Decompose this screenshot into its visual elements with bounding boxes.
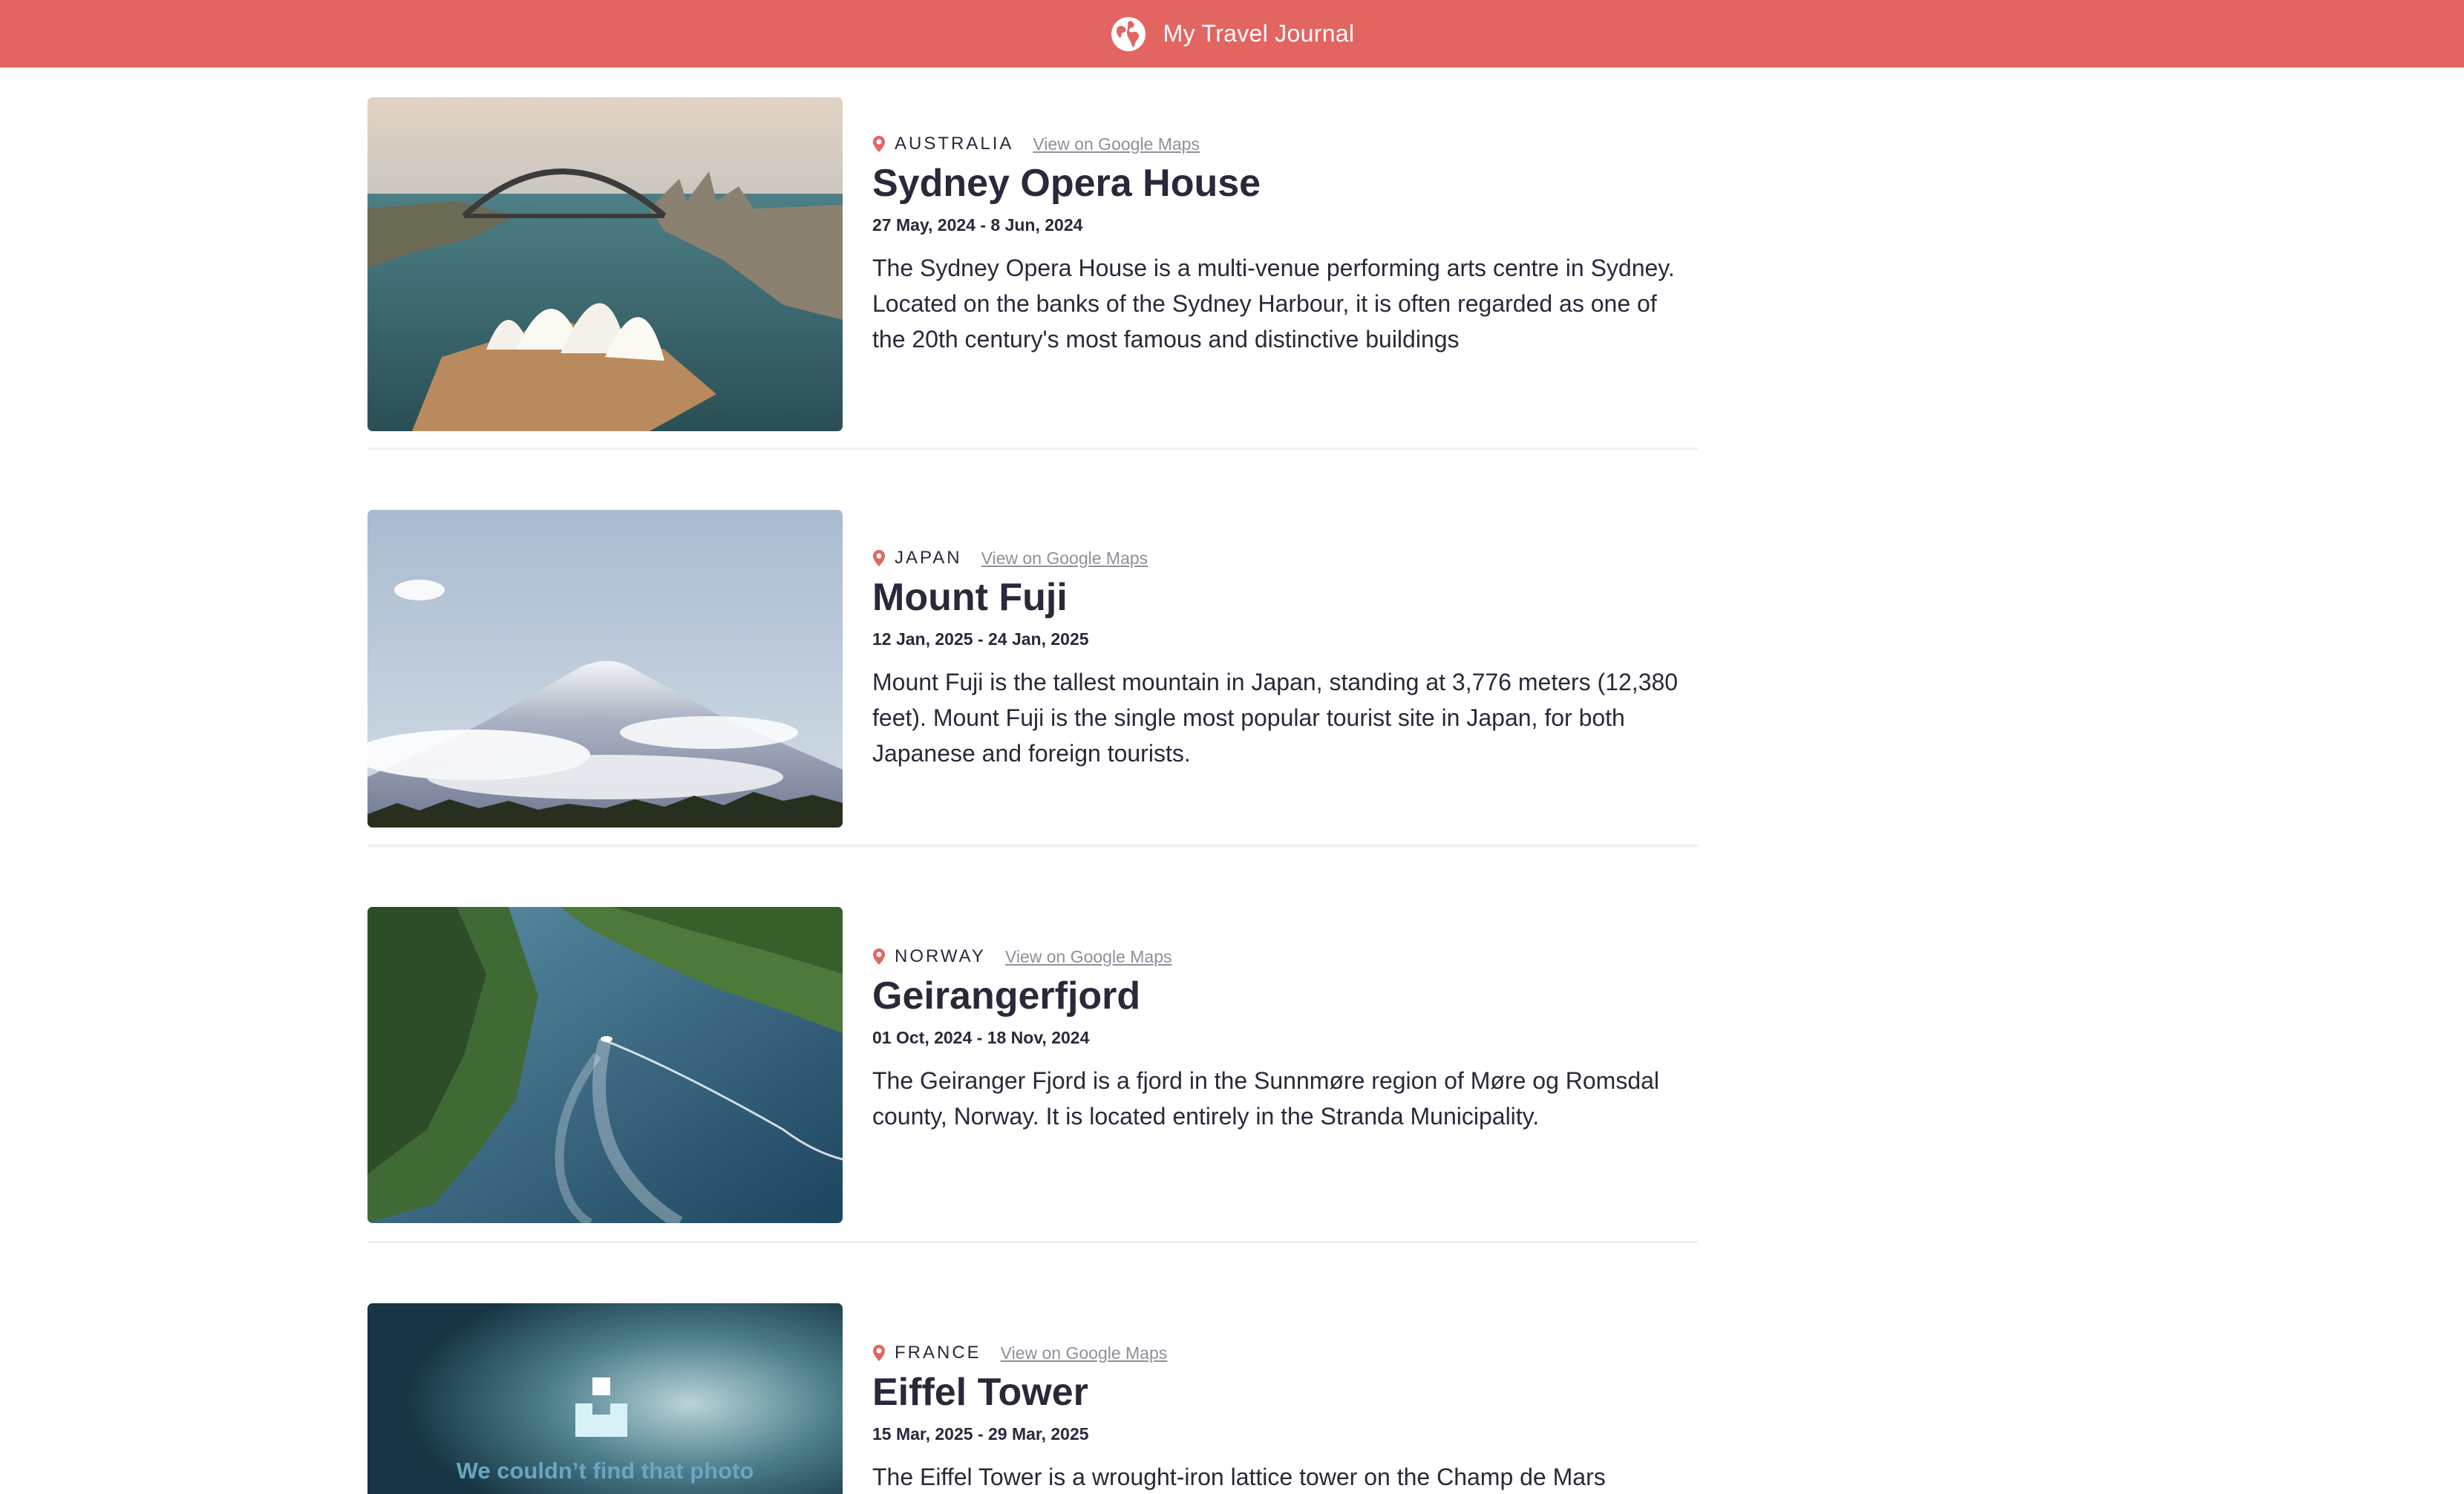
location-row: AUSTRALIA View on Google Maps	[872, 131, 1689, 157]
journal-entry: AUSTRALIA View on Google Maps Sydney Ope…	[367, 97, 1698, 431]
google-maps-link[interactable]: View on Google Maps	[981, 548, 1148, 569]
location-row: NORWAY View on Google Maps	[872, 944, 1689, 969]
entry-divider	[367, 448, 1698, 450]
entry-info: FRANCE View on Google Maps Eiffel Tower …	[872, 1340, 1689, 1494]
place-title: Sydney Opera House	[872, 162, 1261, 205]
place-title: Eiffel Tower	[872, 1371, 1088, 1414]
entry-info: NORWAY View on Google Maps Geirangerfjor…	[872, 944, 1689, 1134]
trip-dates: 12 Jan, 2025 - 24 Jan, 2025	[872, 629, 1089, 649]
trip-dates: 01 Oct, 2024 - 18 Nov, 2024	[872, 1028, 1090, 1048]
entry-divider	[367, 845, 1698, 847]
entry-photo: We couldn’t find that photo	[367, 1303, 843, 1494]
country-label: JAPAN	[895, 548, 962, 568]
app-header: My Travel Journal	[0, 0, 2464, 68]
location-pin-icon	[872, 549, 886, 567]
place-title: Mount Fuji	[872, 576, 1068, 619]
google-maps-link[interactable]: View on Google Maps	[1033, 134, 1200, 154]
place-description: Mount Fuji is the tallest mountain in Ja…	[872, 669, 1679, 767]
google-maps-link[interactable]: View on Google Maps	[1001, 1343, 1168, 1363]
entry-photo	[367, 510, 843, 828]
country-label: AUSTRALIA	[895, 134, 1014, 154]
journal-entry: We couldn’t find that photo FRANCE View …	[367, 1303, 1698, 1494]
entry-photo	[367, 907, 843, 1223]
photo-error-text: We couldn’t find that photo	[456, 1458, 754, 1484]
google-maps-link[interactable]: View on Google Maps	[1005, 947, 1172, 967]
location-row: JAPAN View on Google Maps	[872, 545, 1689, 571]
place-description: The Sydney Opera House is a multi-venue …	[872, 255, 1675, 353]
journal-entry: JAPAN View on Google Maps Mount Fuji 12 …	[367, 510, 1698, 828]
place-description: The Geiranger Fjord is a fjord in the Su…	[872, 1067, 1660, 1130]
app-title: My Travel Journal	[1163, 20, 1355, 47]
place-title: Geirangerfjord	[872, 974, 1141, 1018]
country-label: NORWAY	[895, 946, 986, 966]
journal-entry: NORWAY View on Google Maps Geirangerfjor…	[367, 907, 1698, 1223]
globe-icon	[1110, 16, 1147, 53]
location-pin-icon	[872, 1344, 886, 1362]
location-pin-icon	[872, 135, 886, 153]
location-pin-icon	[872, 948, 886, 966]
entry-info: AUSTRALIA View on Google Maps Sydney Ope…	[872, 131, 1689, 357]
entry-divider	[367, 1241, 1698, 1243]
trip-dates: 15 Mar, 2025 - 29 Mar, 2025	[872, 1424, 1089, 1444]
entry-photo	[367, 97, 843, 431]
entry-info: JAPAN View on Google Maps Mount Fuji 12 …	[872, 545, 1689, 771]
travel-journal-page: My Travel Journal AUSTRALIA View on Goog…	[0, 0, 2464, 1494]
trip-dates: 27 May, 2024 - 8 Jun, 2024	[872, 215, 1083, 235]
country-label: FRANCE	[895, 1343, 981, 1363]
place-description: The Eiffel Tower is a wrought-iron latti…	[872, 1464, 1606, 1491]
location-row: FRANCE View on Google Maps	[872, 1340, 1689, 1366]
